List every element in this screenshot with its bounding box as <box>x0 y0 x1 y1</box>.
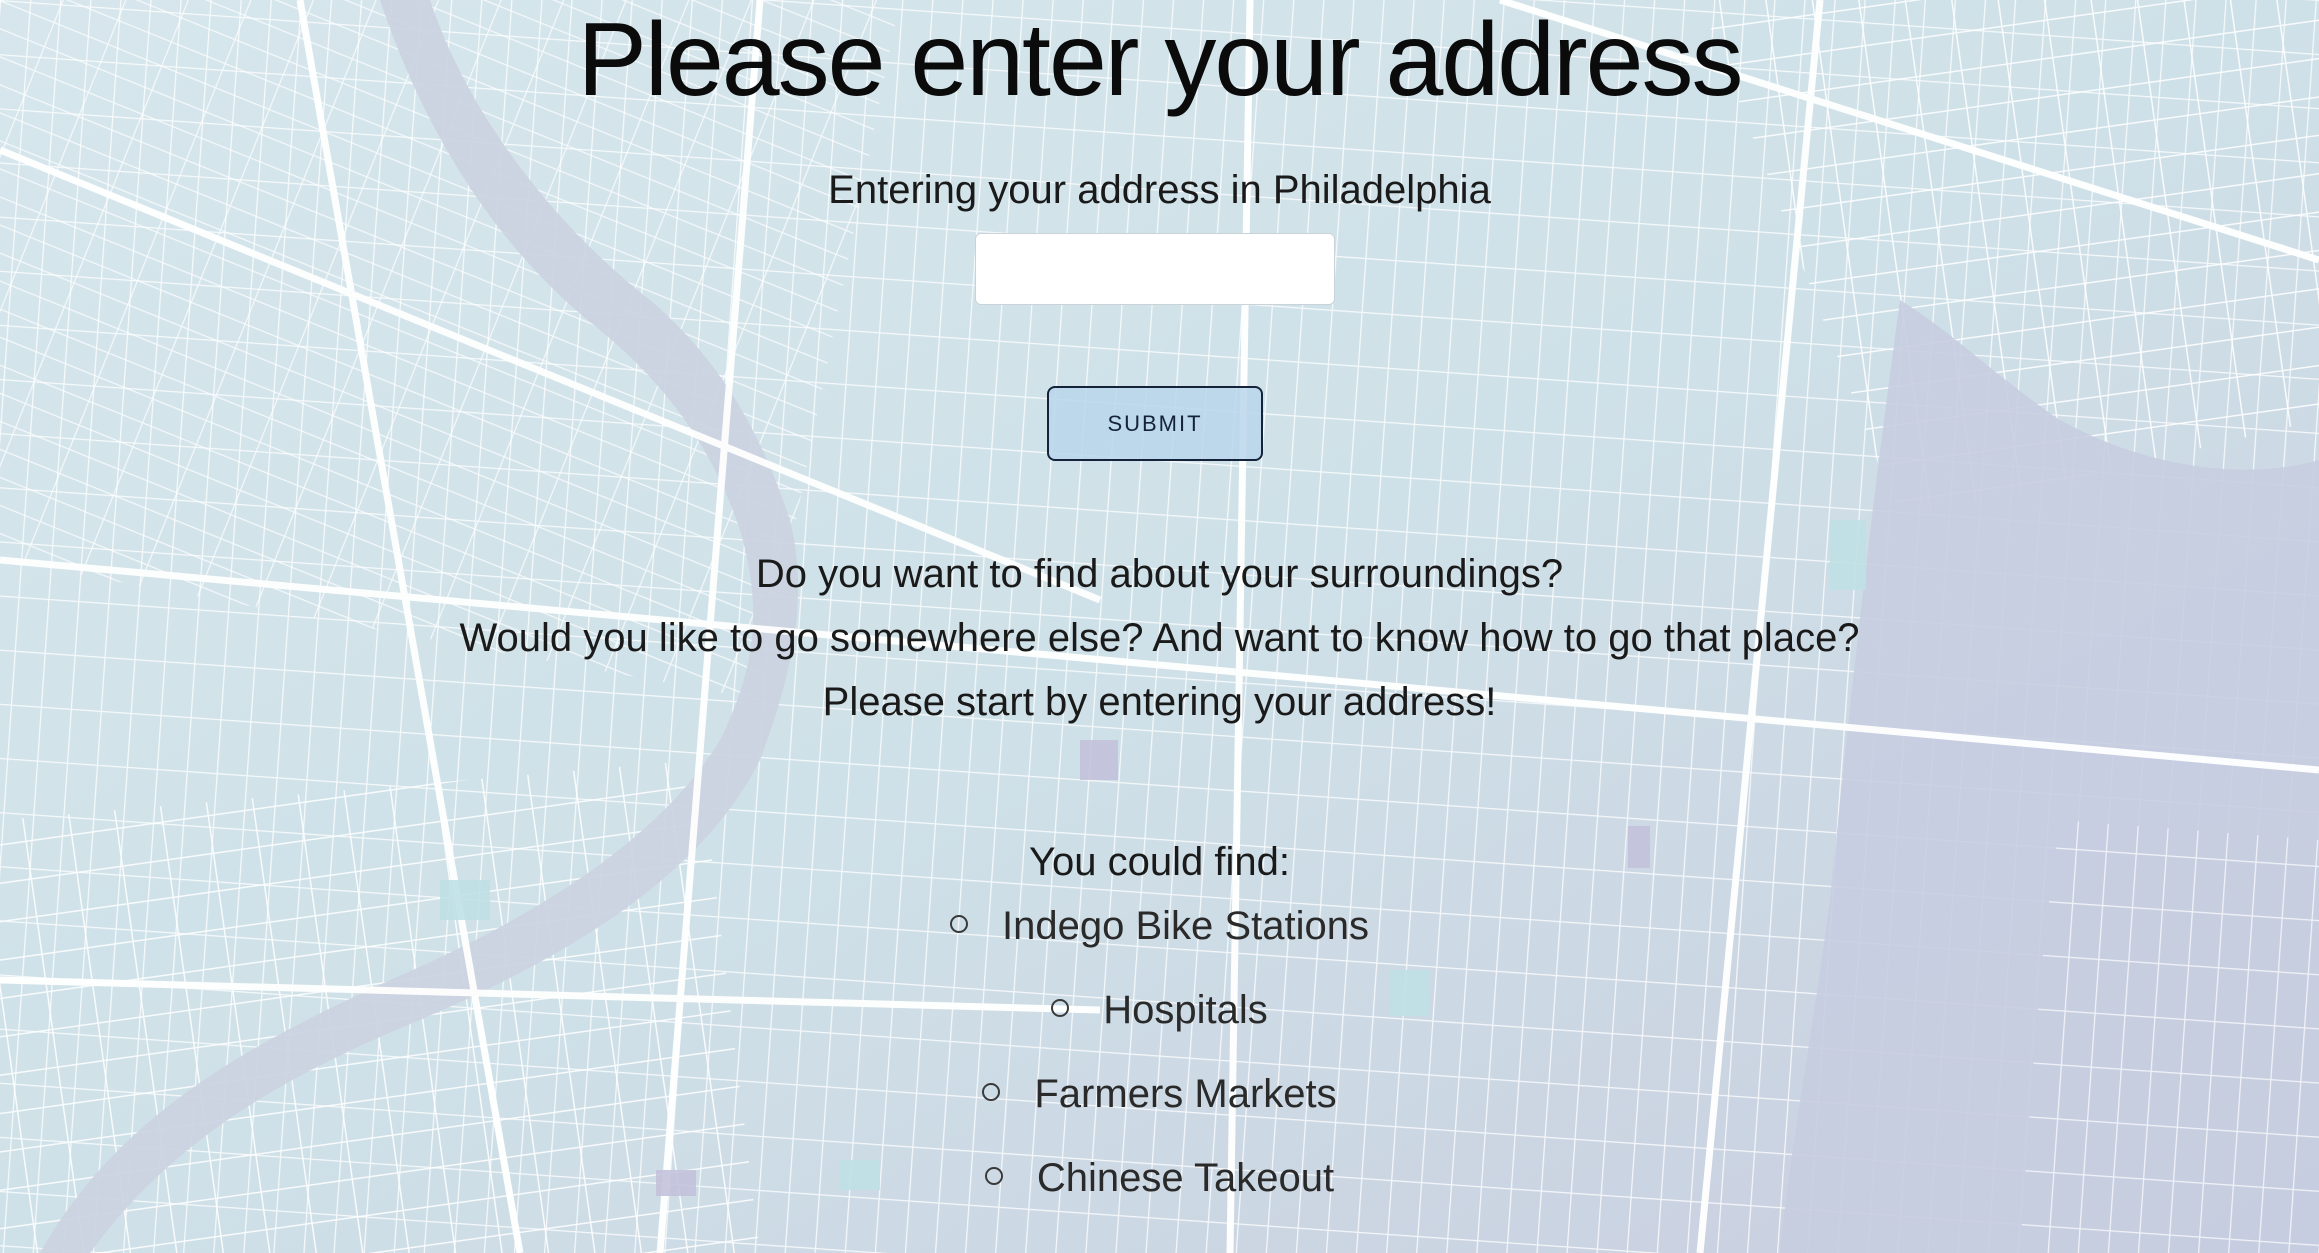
list-item-label: Hospitals <box>1103 988 1268 1032</box>
circle-bullet-icon <box>984 1167 1003 1186</box>
address-label: Entering your address in Philadelphia <box>828 168 1491 212</box>
circle-bullet-icon <box>950 915 969 934</box>
intro-line: Would you like to go somewhere else? And… <box>459 616 1860 660</box>
page-content: Please enter your address Entering your … <box>0 0 2319 1253</box>
list-item: Chinese Takeout <box>0 1150 2319 1206</box>
submit-button[interactable]: SUBMIT <box>1047 386 1263 461</box>
list-item: Farmers Markets <box>0 1066 2319 1122</box>
address-input[interactable] <box>975 233 1335 305</box>
intro-line: Please start by entering your address! <box>822 680 1497 724</box>
list-item: Hospitals <box>0 982 2319 1038</box>
page-title: Please enter your address <box>577 2 1743 118</box>
list-item-label: Chinese Takeout <box>1036 1156 1335 1200</box>
circle-bullet-icon <box>982 1083 1001 1102</box>
circle-bullet-icon <box>1051 999 1070 1018</box>
find-heading: You could find: <box>1029 840 1290 884</box>
intro-line: Do you want to find about your surroundi… <box>755 552 1564 596</box>
list-item-label: Indego Bike Stations <box>1002 904 1369 948</box>
list-item-label: Farmers Markets <box>1034 1072 1337 1116</box>
list-item: Indego Bike Stations <box>0 898 2319 954</box>
